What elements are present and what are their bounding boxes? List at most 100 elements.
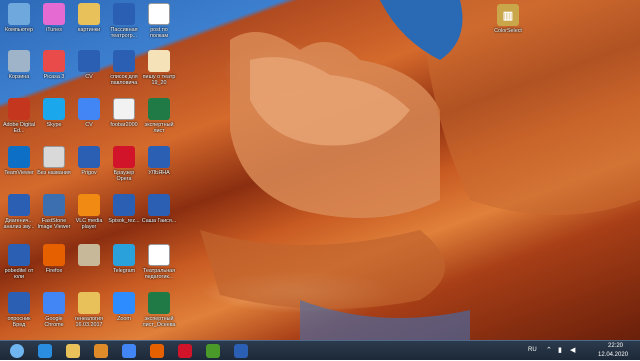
- desktop-icon-22[interactable]: VLC media player: [71, 194, 107, 244]
- desktop-icon-13[interactable]: foobar2000: [106, 98, 142, 148]
- desktop-icon-23[interactable]: Spisok_rez...: [106, 194, 142, 244]
- desktop-icon-label: foobar2000: [110, 122, 138, 128]
- desktop-icon-label: Telegram: [112, 268, 136, 274]
- winrar-archive-icon: ▥: [497, 4, 519, 26]
- desktop-icon-label: генеалогия 16.03.2017: [75, 316, 103, 329]
- folder-icon: [78, 292, 100, 314]
- desktop-icon-label: Театральная педагогик...: [142, 268, 176, 281]
- desktop-icon-19[interactable]: УЛЬЯНА: [141, 146, 177, 196]
- word-doc-icon: [8, 244, 30, 266]
- desktop-icon-label: Саша Гаися...: [141, 218, 177, 224]
- desktop-icon-16[interactable]: Без названия: [36, 146, 72, 196]
- desktop-icon-label: экспертный лист_Осеева: [142, 316, 176, 329]
- word-doc-icon: [78, 146, 100, 168]
- desktop-icon-label: TeamViewer: [4, 170, 34, 176]
- desktop-icon-11[interactable]: Skype: [36, 98, 72, 148]
- desktop-icon-label: CV: [85, 122, 93, 128]
- desktop-icon-25[interactable]: pobeditel от юли: [1, 244, 37, 294]
- desktop-icon-label: FastStone Image Viewer: [37, 218, 71, 231]
- network-icon[interactable]: ▮: [558, 346, 562, 354]
- desktop-icon-33[interactable]: Zoom: [106, 292, 142, 342]
- desktop-icon-27[interactable]: [71, 244, 107, 294]
- desktop-icon-28[interactable]: Telegram: [106, 244, 142, 294]
- desktop-icon-31[interactable]: Google Chrome: [36, 292, 72, 342]
- explorer-taskbar[interactable]: [60, 342, 86, 360]
- desktop-icon-32[interactable]: генеалогия 16.03.2017: [71, 292, 107, 342]
- utorrent-taskbar[interactable]: [200, 342, 226, 360]
- word-doc-icon: [113, 50, 135, 72]
- desktop-icon-29[interactable]: Театральная педагогик...: [141, 244, 177, 294]
- desktop-icon-label: Пассивная театрогр...: [110, 27, 138, 40]
- folder-icon: [66, 344, 80, 358]
- excel-icon: [148, 98, 170, 120]
- opera-icon: [113, 146, 135, 168]
- desktop-icon-label: УЛЬЯНА: [148, 170, 170, 176]
- desktop-icon-14[interactable]: экспертный лист: [141, 98, 177, 148]
- desktop-icon-2[interactable]: картинки: [71, 3, 107, 53]
- desktop-icon-18[interactable]: Браузер Opera: [106, 146, 142, 196]
- excel-icon: [148, 292, 170, 314]
- language-indicator[interactable]: RU: [528, 347, 537, 353]
- desktop-icon-label: Диагенич... анализ зву...: [3, 218, 35, 231]
- recycle-bin-icon: [8, 50, 30, 72]
- folder-icon: [78, 3, 100, 25]
- word-doc-icon: [8, 292, 30, 314]
- desktop-icon-label: экспертный лист: [144, 122, 174, 135]
- desktop-icon-12[interactable]: CV: [71, 98, 107, 148]
- word-doc-icon: [113, 3, 135, 25]
- desktop-icon-7[interactable]: CV: [71, 50, 107, 100]
- system-tray: RU ⌃ ▮ ◀ 22:20 12.04.2020: [520, 341, 640, 361]
- desktop-icon-21[interactable]: FastStone Image Viewer: [36, 194, 72, 244]
- firefox-taskbar[interactable]: [144, 342, 170, 360]
- desktop-icon-3[interactable]: Пассивная театрогр...: [106, 3, 142, 53]
- desktop-icon-4[interactable]: post по полкам: [141, 3, 177, 53]
- desktop-icon-label: post по полкам: [149, 27, 169, 40]
- volume-icon[interactable]: ◀: [570, 346, 575, 354]
- firefox-icon: [150, 344, 164, 358]
- desktop-wallpaper: Компьютер iTunes картинки Пассивная театрог…: [0, 0, 640, 340]
- desktop-icon-15[interactable]: TeamViewer: [1, 146, 37, 196]
- desktop-icon-label: pobeditel от юли: [4, 268, 34, 281]
- desktop-icon-20[interactable]: Диагенич... анализ зву...: [1, 194, 37, 244]
- desktop-icon-6[interactable]: Picasa 3: [36, 50, 72, 100]
- desktop-icon-label: опросник Бред: [7, 316, 31, 329]
- teamviewer-icon: [8, 146, 30, 168]
- desktop-icon-5[interactable]: Корзина: [1, 50, 37, 100]
- clock-date[interactable]: 12.04.2020: [598, 352, 628, 358]
- desktop-icon-label: Firefox: [45, 268, 63, 274]
- desktop-icon-30[interactable]: опросник Бред: [1, 292, 37, 342]
- tray-arrow-icon[interactable]: ⌃: [546, 346, 552, 354]
- adobe-icon: [8, 98, 30, 120]
- desktop-icon-label: Корзина: [8, 74, 30, 80]
- computer-icon: [8, 3, 30, 25]
- chrome-taskbar[interactable]: [116, 342, 142, 360]
- start-button[interactable]: [4, 342, 30, 360]
- desktop-icon-9[interactable]: пишу о театр 19_20: [141, 50, 177, 100]
- skype-icon: [43, 98, 65, 120]
- desktop-icon-label: Picasa 3: [43, 74, 65, 80]
- image-file-icon: [43, 146, 65, 168]
- media-taskbar[interactable]: [88, 342, 114, 360]
- desktop-icon-label: картинки: [77, 27, 101, 33]
- desktop-icon-24[interactable]: Саша Гаися...: [141, 194, 177, 244]
- opera-taskbar[interactable]: [172, 342, 198, 360]
- clock-time[interactable]: 22:20: [608, 343, 623, 349]
- desktop-icon-10[interactable]: Adobe Digital Ed...: [1, 98, 37, 148]
- desktop-icon-colorselect[interactable]: ▥ ColorSelect: [490, 4, 526, 54]
- desktop-icon-26[interactable]: Firefox: [36, 244, 72, 294]
- word-doc-icon: [78, 50, 100, 72]
- ie-taskbar[interactable]: [32, 342, 58, 360]
- word-taskbar[interactable]: [228, 342, 254, 360]
- desktop-icon-label: Компьютер: [5, 27, 33, 33]
- faststone-icon: [43, 194, 65, 216]
- desktop-icon-17[interactable]: Prigov: [71, 146, 107, 196]
- desktop-icon-1[interactable]: iTunes: [36, 3, 72, 53]
- vlc-icon: [78, 194, 100, 216]
- foobar-icon: [113, 98, 135, 120]
- telegram-icon: [113, 244, 135, 266]
- desktop-icon-label: VLC media player: [75, 218, 103, 231]
- desktop-icon-8[interactable]: список для павловича: [106, 50, 142, 100]
- desktop-icon-34[interactable]: экспертный лист_Осеева: [141, 292, 177, 342]
- desktop-icon-0[interactable]: Компьютер: [1, 3, 37, 53]
- utorrent-icon: [206, 344, 220, 358]
